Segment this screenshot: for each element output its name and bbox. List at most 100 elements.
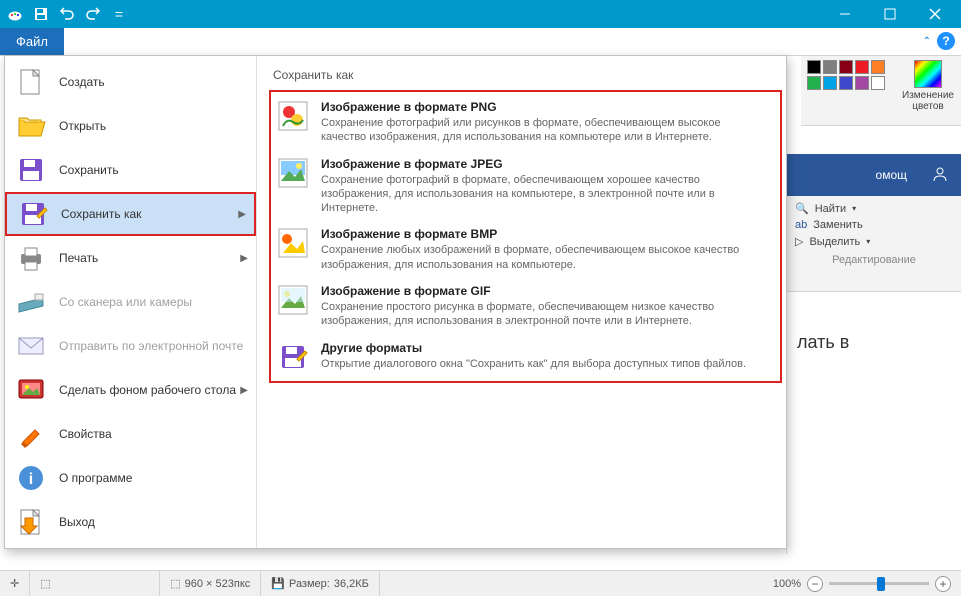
titlebar: = (0, 0, 961, 28)
gif-icon (277, 284, 309, 316)
dimensions-value: 960 × 523пкс (185, 578, 251, 590)
minimize-button[interactable] (822, 0, 867, 28)
menu-label: Открыть (59, 119, 106, 133)
qat-undo-button[interactable] (56, 3, 78, 25)
bmp-icon (277, 227, 309, 259)
about-icon: i (15, 462, 47, 494)
size-value: 36,2КБ (334, 578, 369, 590)
format-gif[interactable]: Изображение в формате GIF Сохранение про… (273, 278, 778, 335)
color-swatch[interactable] (839, 76, 853, 90)
zoom-controls: 100% − + (763, 576, 961, 592)
zoom-in-button[interactable]: + (935, 576, 951, 592)
format-bmp[interactable]: Изображение в формате BMP Сохранение люб… (273, 221, 778, 278)
menu-save-as[interactable]: Сохранить как ▶ (5, 192, 256, 236)
word-find-button[interactable]: Найти (815, 203, 846, 215)
format-desc: Сохранение любых изображений в формате, … (321, 243, 774, 272)
other-formats-icon (277, 341, 309, 373)
menu-label: Создать (59, 75, 105, 89)
menu-scanner[interactable]: Со сканера или камеры (5, 280, 256, 324)
format-jpeg[interactable]: Изображение в формате JPEG Сохранение фо… (273, 151, 778, 222)
paint-app-icon (4, 3, 26, 25)
print-icon (15, 242, 47, 274)
format-desc: Открытие диалогового окна "Сохранить как… (321, 357, 774, 371)
menu-label: Сохранить как (61, 207, 141, 221)
word-replace-button[interactable]: Заменить (813, 219, 862, 231)
menu-label: Со сканера или камеры (59, 295, 192, 309)
qat-save-button[interactable] (30, 3, 52, 25)
menu-exit[interactable]: Выход (5, 500, 256, 544)
exit-icon (15, 506, 47, 538)
statusbar: ✛ ⬚ ⬚ 960 × 523пкс 💾 Размер: 36,2КБ 100%… (0, 570, 961, 596)
file-menu-left: Создать Открыть Сохранить Сохранить как … (5, 56, 256, 548)
color-swatch[interactable] (871, 76, 885, 90)
color-swatch[interactable] (807, 76, 821, 90)
color-swatch[interactable] (871, 60, 885, 74)
color-palette[interactable] (807, 60, 887, 90)
open-icon (15, 110, 47, 142)
close-button[interactable] (912, 0, 957, 28)
help-icon[interactable]: ? (937, 32, 955, 50)
zoom-out-button[interactable]: − (807, 576, 823, 592)
status-dimensions: ⬚ 960 × 523пкс (160, 571, 261, 596)
status-selection: ⬚ (30, 571, 160, 596)
qat-customize-button[interactable]: = (108, 3, 130, 25)
word-window: омощ 🔍Найти▾ abЗаменить ▷Выделить▾ Редак… (786, 154, 961, 554)
status-cursor-pos: ✛ (0, 571, 30, 596)
format-title: Изображение в формате PNG (321, 100, 774, 114)
word-user-icon[interactable] (931, 165, 949, 186)
selection-icon: ⬚ (40, 577, 50, 590)
svg-text:i: i (29, 471, 33, 488)
disk-icon: 💾 (271, 577, 285, 590)
ribbon-colors-group: Изменение цветов (801, 56, 961, 126)
color-swatch[interactable] (839, 60, 853, 74)
color-swatch[interactable] (855, 60, 869, 74)
submenu-arrow-icon: ▶ (240, 385, 248, 396)
rainbow-icon (914, 60, 942, 88)
size-label: Размер: (289, 578, 330, 590)
status-filesize: 💾 Размер: 36,2КБ (261, 571, 380, 596)
menu-about[interactable]: i О программе (5, 456, 256, 500)
menu-new[interactable]: Создать (5, 60, 256, 104)
jpeg-icon (277, 157, 309, 189)
new-icon (15, 66, 47, 98)
format-title: Изображение в формате BMP (321, 227, 774, 241)
zoom-thumb[interactable] (877, 577, 885, 591)
save-as-panel-title: Сохранить как (269, 64, 782, 90)
zoom-slider[interactable] (829, 582, 929, 585)
file-tab[interactable]: Файл (0, 28, 64, 55)
edit-colors-button[interactable]: Изменение цветов (901, 60, 955, 112)
menu-label: Печать (59, 251, 98, 265)
word-editing-group-label: Редактирование (795, 254, 953, 266)
format-desc: Сохранение фотографий в формате, обеспеч… (321, 173, 774, 216)
color-swatch[interactable] (807, 60, 821, 74)
menu-label: Выход (59, 515, 95, 529)
ribbon-collapse-icon[interactable]: ⌃ (923, 36, 931, 47)
maximize-button[interactable] (867, 0, 912, 28)
menu-print[interactable]: Печать ▶ (5, 236, 256, 280)
edit-colors-label: Изменение цветов (902, 90, 954, 112)
color-swatch[interactable] (823, 76, 837, 90)
word-document-fragment: лать в (787, 292, 961, 393)
menu-wallpaper[interactable]: Сделать фоном рабочего стола ▶ (5, 368, 256, 412)
menu-properties[interactable]: Свойства (5, 412, 256, 456)
format-png[interactable]: Изображение в формате PNG Сохранение фот… (273, 94, 778, 151)
word-tab-fragment: омощ (876, 168, 907, 182)
submenu-arrow-icon: ▶ (238, 209, 246, 220)
zoom-value: 100% (773, 578, 801, 590)
word-select-button[interactable]: Выделить (809, 236, 860, 248)
format-other[interactable]: Другие форматы Открытие диалогового окна… (273, 335, 778, 379)
menu-label: О программе (59, 471, 132, 485)
submenu-arrow-icon: ▶ (240, 253, 248, 264)
properties-icon (15, 418, 47, 450)
color-swatch[interactable] (823, 60, 837, 74)
ribbon-tabs: Файл ⌃ ? (0, 28, 961, 56)
email-icon (15, 330, 47, 362)
png-icon (277, 100, 309, 132)
file-menu-dropdown: Создать Открыть Сохранить Сохранить как … (4, 55, 787, 549)
menu-open[interactable]: Открыть (5, 104, 256, 148)
save-icon (15, 154, 47, 186)
menu-email[interactable]: Отправить по электронной почте (5, 324, 256, 368)
menu-save[interactable]: Сохранить (5, 148, 256, 192)
qat-redo-button[interactable] (82, 3, 104, 25)
color-swatch[interactable] (855, 76, 869, 90)
